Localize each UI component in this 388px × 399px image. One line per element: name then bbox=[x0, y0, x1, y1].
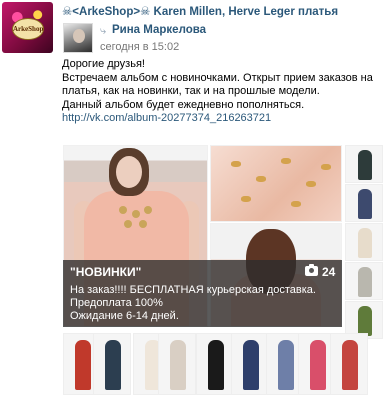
album-thumb[interactable] bbox=[345, 223, 383, 261]
album-thumb[interactable] bbox=[345, 145, 383, 183]
post-line: Встречаем альбом с новиночками. Открыт п… bbox=[62, 71, 373, 84]
group-avatar[interactable]: ArkeShop bbox=[2, 2, 53, 53]
group-logo: ArkeShop bbox=[12, 18, 44, 40]
album-description-line: Ожидание 6-14 дней. bbox=[70, 310, 179, 322]
album-overlay[interactable]: "НОВИНКИ" 24 На заказ!!!! БЕСПЛАТНАЯ кур… bbox=[63, 260, 342, 327]
post-line: платья, как на новинки, так и на прошлые… bbox=[62, 85, 320, 98]
album-thumb[interactable] bbox=[345, 184, 383, 222]
author-name[interactable]: Рина Маркелова bbox=[112, 24, 206, 36]
album-photo-collar[interactable] bbox=[210, 145, 342, 222]
album-link[interactable]: http://vk.com/album-20277374_216263721 bbox=[62, 112, 384, 126]
album-thumb[interactable] bbox=[345, 262, 383, 300]
album-thumb[interactable] bbox=[330, 333, 368, 395]
camera-icon bbox=[305, 264, 318, 276]
post-text: Дорогие друзья! Встречаем альбом с новин… bbox=[62, 58, 384, 126]
album-thumb[interactable] bbox=[93, 333, 131, 395]
album-thumb[interactable] bbox=[231, 333, 269, 395]
album-description-line: На заказ!!!! БЕСПЛАТНАЯ курьерская доста… bbox=[70, 284, 316, 296]
post-timestamp[interactable]: сегодня в 15:02 bbox=[100, 41, 179, 53]
album-thumb[interactable] bbox=[158, 333, 196, 395]
post-line: Дорогие друзья! bbox=[62, 58, 145, 70]
album-photo-count: 24 bbox=[322, 265, 336, 279]
post-line: Данный альбом будет ежедневно пополнятьс… bbox=[62, 98, 305, 111]
repost-icon: ⤷ bbox=[100, 25, 107, 37]
album-title: "НОВИНКИ" bbox=[70, 265, 142, 279]
post-title[interactable]: ☠<ArkeShop>☠ Karen Millen, Herve Leger п… bbox=[62, 4, 338, 18]
user-avatar[interactable] bbox=[63, 23, 93, 53]
album-description: На заказ!!!! БЕСПЛАТНАЯ курьерская доста… bbox=[70, 284, 316, 323]
album-description-line: Предоплата 100% bbox=[70, 297, 163, 309]
album-thumb[interactable] bbox=[196, 333, 234, 395]
